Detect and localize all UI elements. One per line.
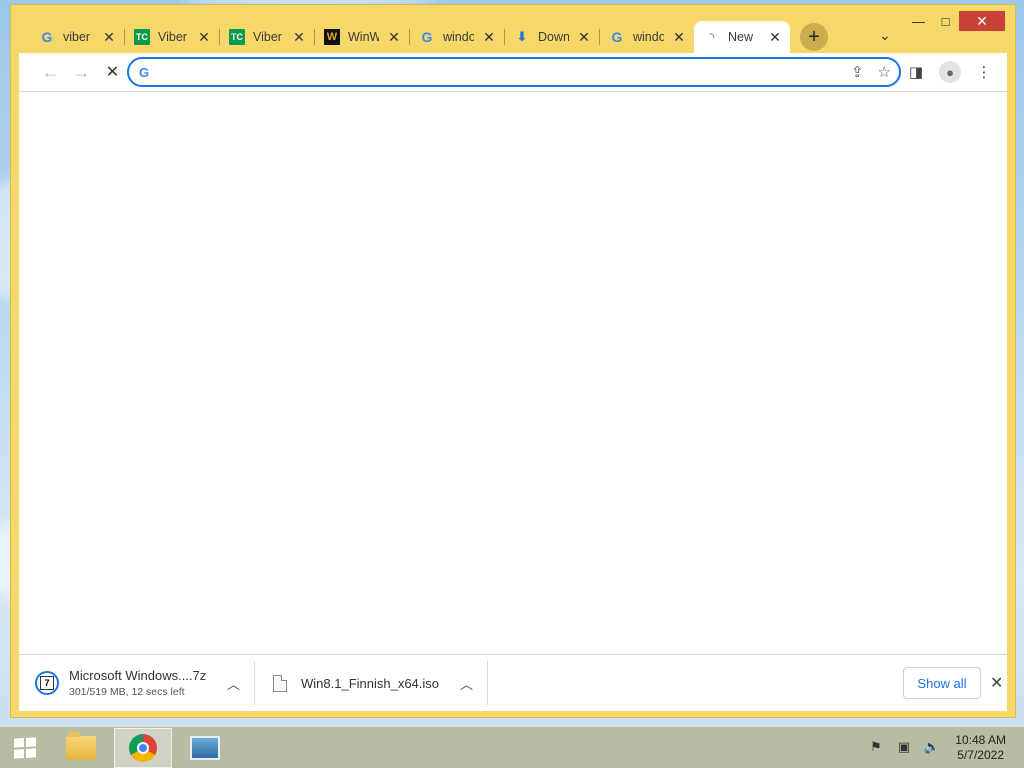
folder-icon <box>66 731 96 760</box>
close-window-button[interactable]: ✕ <box>959 11 1005 31</box>
techcrunch-icon: TC <box>134 29 150 45</box>
tab-close-icon[interactable]: ✕ <box>482 29 496 46</box>
7zip-glyph: 7 <box>40 676 54 690</box>
stop-loading-button[interactable]: ✕ <box>97 58 128 86</box>
show-all-button[interactable]: Show all <box>903 667 981 699</box>
taskbar-file-explorer[interactable] <box>52 728 110 768</box>
share-icon[interactable]: ⇪ <box>851 63 864 81</box>
chevron-up-icon[interactable]: ︿ <box>460 674 473 693</box>
tab-close-icon[interactable]: ✕ <box>577 29 591 46</box>
minimize-button[interactable]: — <box>905 11 932 31</box>
tab[interactable]: W WinW ✕ <box>314 21 409 53</box>
chrome-icon <box>129 733 157 762</box>
clock[interactable]: 10:48 AM 5/7/2022 <box>955 733 1006 763</box>
toolbar-right: ◨ ● ⋮ <box>903 59 997 85</box>
tab[interactable]: G windo ✕ <box>409 21 504 53</box>
tab-title: windo <box>443 30 474 44</box>
tab-title: Viber <box>253 30 282 44</box>
download-item[interactable]: Win8.1_Finnish_x64.iso ︿ <box>255 661 488 705</box>
network-icon[interactable]: ▣ <box>896 739 912 755</box>
download-name: Win8.1_Finnish_x64.iso <box>301 675 440 691</box>
profile-button[interactable]: ● <box>937 59 963 85</box>
download-name: Microsoft Windows....7z <box>69 668 207 683</box>
photos-icon <box>190 735 220 760</box>
clock-time: 10:48 AM <box>955 733 1006 747</box>
tab-active[interactable]: ◝ New ✕ <box>694 21 790 53</box>
tab-search-chevron-icon[interactable]: ⌄ <box>879 27 891 44</box>
side-panel-icon[interactable]: ◨ <box>903 59 929 85</box>
winworld-icon: W <box>324 29 340 45</box>
tab-title: New <box>728 30 754 44</box>
page-content[interactable] <box>19 91 1007 654</box>
maximize-button[interactable]: □ <box>932 11 959 31</box>
download-shelf: 7 Microsoft Windows....7z 301/519 MB, 12… <box>19 654 1007 711</box>
windows-logo-icon <box>14 736 36 759</box>
forward-button[interactable]: → <box>66 58 97 86</box>
tab[interactable]: ⬇ Down ✕ <box>504 21 599 53</box>
file-icon <box>273 674 287 692</box>
download-status: 301/519 MB, 12 secs left <box>69 686 185 698</box>
tab-close-icon[interactable]: ✕ <box>197 29 211 46</box>
start-button[interactable] <box>0 727 50 768</box>
tab-title: viber <box>63 30 91 44</box>
address-input[interactable] <box>159 64 899 80</box>
profile-avatar-icon: ● <box>939 61 961 83</box>
menu-kebab-icon[interactable]: ⋮ <box>971 59 997 85</box>
volume-muted-icon[interactable]: 🔈 <box>924 739 940 755</box>
google-icon: G <box>139 64 150 80</box>
taskbar-photos[interactable] <box>176 728 234 768</box>
chevron-up-icon[interactable]: ︿ <box>227 674 240 693</box>
google-icon: G <box>41 29 53 45</box>
tab-close-icon[interactable]: ✕ <box>102 29 116 46</box>
tab[interactable]: TC Viber ✕ <box>219 21 314 53</box>
address-bar[interactable]: G ⇪ ☆ <box>127 57 901 87</box>
tab-close-icon[interactable]: ✕ <box>768 29 782 46</box>
back-button[interactable]: ← <box>35 58 66 86</box>
google-icon: G <box>611 29 623 45</box>
tab[interactable]: G viber ✕ <box>29 21 124 53</box>
tab[interactable]: TC Viber ✕ <box>124 21 219 53</box>
clock-date: 5/7/2022 <box>957 748 1004 762</box>
window-controls: — □ ✕ <box>905 11 1005 31</box>
tab-title: WinW <box>348 30 379 44</box>
download-icon: ⬇ <box>516 29 528 44</box>
download-text: Win8.1_Finnish_x64.iso <box>301 676 439 691</box>
tab-close-icon[interactable]: ✕ <box>672 29 686 46</box>
loading-spinner-icon: ◝ <box>709 30 715 44</box>
download-item[interactable]: 7 Microsoft Windows....7z 301/519 MB, 12… <box>19 661 255 705</box>
tab-close-icon[interactable]: ✕ <box>387 29 401 46</box>
tab[interactable]: G windo ✕ <box>599 21 694 53</box>
chrome-window: — □ ✕ G viber ✕ TC Viber ✕ TC Viber ✕ W … <box>10 4 1016 718</box>
tab-title: windo <box>633 30 664 44</box>
tab-strip: G viber ✕ TC Viber ✕ TC Viber ✕ W WinW ✕… <box>29 21 828 53</box>
system-tray: ⚑ ▣ 🔈 <box>868 739 940 755</box>
action-center-flag-icon[interactable]: ⚑ <box>868 739 884 755</box>
omnibox-actions: ⇪ ☆ <box>851 63 891 81</box>
download-text: Microsoft Windows....7z 301/519 MB, 12 s… <box>69 668 206 698</box>
google-icon: G <box>421 29 433 45</box>
browser-toolbar: ← → ✕ G ⇪ ☆ ◨ ● ⋮ <box>19 53 1007 91</box>
7zip-file-icon: 7 <box>35 671 59 695</box>
close-shelf-icon[interactable]: ✕ <box>990 673 1003 693</box>
tab-close-icon[interactable]: ✕ <box>292 29 306 46</box>
taskbar: ⚑ ▣ 🔈 10:48 AM 5/7/2022 <box>0 726 1024 768</box>
bookmark-star-icon[interactable]: ☆ <box>878 63 891 81</box>
tab-title: Down <box>538 30 569 44</box>
tab-title: Viber <box>158 30 187 44</box>
taskbar-chrome[interactable] <box>114 727 172 768</box>
new-tab-button[interactable]: + <box>800 23 828 51</box>
techcrunch-icon: TC <box>229 29 245 45</box>
